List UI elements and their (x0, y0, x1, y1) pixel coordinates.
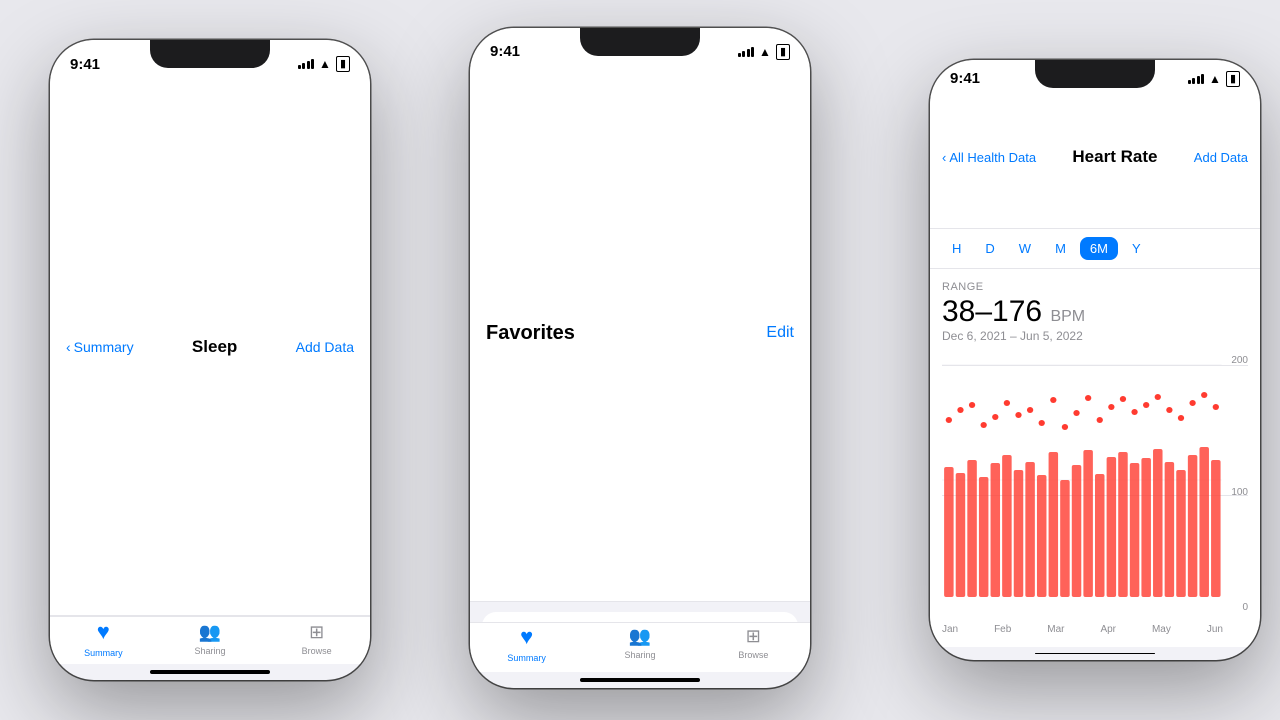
notch-middle (580, 28, 700, 56)
phone-middle: 9:41 ▲ ▮ Favorites Edit (470, 28, 810, 688)
add-data-button-left[interactable]: Add Data (296, 339, 354, 355)
activity-card[interactable]: 🔥 Activity 9:36 AM › Move 375 (482, 612, 798, 622)
favorites-list: 🔥 Activity 9:36 AM › Move 375 (470, 602, 810, 622)
sharing-tab-icon-mid: 👥 (629, 626, 651, 647)
x-label-feb: Feb (994, 624, 1011, 635)
battery-icon-middle: ▮ (776, 44, 790, 60)
nav-bar-right: ‹ All Health Data Heart Rate Add Data (930, 87, 1260, 229)
edit-button[interactable]: Edit (766, 324, 794, 342)
chevron-left-icon: ‹ (66, 339, 71, 355)
signal-icon-right (1188, 74, 1205, 84)
signal-icon (298, 59, 315, 69)
x-label-apr: Apr (1100, 624, 1116, 635)
phone-right: 9:41 ▲ ▮ ‹ All Health Data Heart Rate Ad… (930, 60, 1260, 660)
sharing-tab-icon: 👥 (199, 622, 221, 643)
x-label-mar: Mar (1047, 624, 1064, 635)
filter-w[interactable]: W (1009, 237, 1041, 260)
notch-right (1035, 60, 1155, 88)
tab-browse-left[interactable]: ⊞ Browse (263, 622, 370, 656)
heart-tab-icon-mid: ♥ (520, 624, 533, 650)
x-label-may: May (1152, 624, 1171, 635)
status-icons-left: ▲ ▮ (298, 56, 350, 72)
signal-icon-middle (738, 47, 755, 57)
filter-6m[interactable]: 6M (1080, 237, 1118, 260)
bpm-range-display: 38–176 BPM (942, 295, 1248, 329)
phone-left: 9:41 ▲ ▮ ‹ Summary Sleep Add Data Highli… (50, 40, 370, 680)
home-indicator-right (1035, 653, 1155, 654)
battery-icon-right: ▮ (1226, 71, 1240, 87)
tab-browse-middle[interactable]: ⊞ Browse (697, 626, 810, 660)
favorites-title: Favorites (486, 322, 575, 345)
tab-summary-middle[interactable]: ♥ Summary (470, 624, 583, 663)
filter-d[interactable]: D (975, 237, 1004, 260)
heart-tab-icon: ♥ (97, 619, 110, 645)
tab-bar-left: ♥ Summary 👥 Sharing ⊞ Browse (50, 616, 370, 664)
nav-bar-middle: Favorites Edit (470, 65, 810, 601)
heart-rate-content: RANGE 38–176 BPM Dec 6, 2021 – Jun 5, 20… (930, 269, 1260, 647)
browse-tab-icon: ⊞ (309, 622, 324, 643)
time-filter-bar: H D W M 6M Y (930, 229, 1260, 269)
nav-bar-left: ‹ Summary Sleep Add Data (50, 78, 370, 616)
status-icons-right: ▲ ▮ (1188, 71, 1240, 87)
nav-title-left: Sleep (192, 337, 237, 357)
notch-left (150, 40, 270, 68)
home-indicator-middle (580, 678, 700, 682)
back-button-left[interactable]: ‹ Summary (66, 339, 134, 355)
battery-icon: ▮ (336, 56, 350, 72)
filter-m[interactable]: M (1045, 237, 1076, 260)
heart-rate-page-title: Heart Rate (1072, 147, 1157, 167)
time-left: 9:41 (70, 56, 100, 73)
tab-bar-middle: ♥ Summary 👥 Sharing ⊞ Browse (470, 622, 810, 672)
x-label-jan: Jan (942, 624, 958, 635)
tab-sharing-middle[interactable]: 👥 Sharing (583, 626, 696, 660)
x-label-jun: Jun (1207, 624, 1223, 635)
chevron-left-right: ‹ (942, 150, 946, 165)
range-label: RANGE (942, 281, 1248, 293)
filter-h[interactable]: H (942, 237, 971, 260)
time-middle: 9:41 (490, 43, 520, 60)
tab-sharing-left[interactable]: 👥 Sharing (157, 622, 264, 656)
heart-rate-chart: 200 100 0 (942, 355, 1248, 635)
browse-tab-icon-mid: ⊞ (746, 626, 761, 647)
back-section-right[interactable]: ‹ All Health Data (942, 150, 1036, 165)
filter-y[interactable]: Y (1122, 237, 1151, 260)
add-data-button-right[interactable]: Add Data (1194, 150, 1248, 165)
wifi-icon-right: ▲ (1209, 72, 1221, 86)
x-axis-labels: Jan Feb Mar Apr May Jun (942, 624, 1223, 635)
status-icons-middle: ▲ ▮ (738, 44, 790, 60)
date-range: Dec 6, 2021 – Jun 5, 2022 (942, 329, 1248, 343)
hr-chart-svg (942, 355, 1248, 605)
bpm-unit-right: BPM (1050, 308, 1085, 325)
wifi-icon: ▲ (319, 57, 331, 71)
time-right: 9:41 (950, 70, 980, 87)
tab-summary-left[interactable]: ♥ Summary (50, 619, 157, 658)
home-indicator-left (150, 670, 270, 674)
wifi-icon-middle: ▲ (759, 45, 771, 59)
